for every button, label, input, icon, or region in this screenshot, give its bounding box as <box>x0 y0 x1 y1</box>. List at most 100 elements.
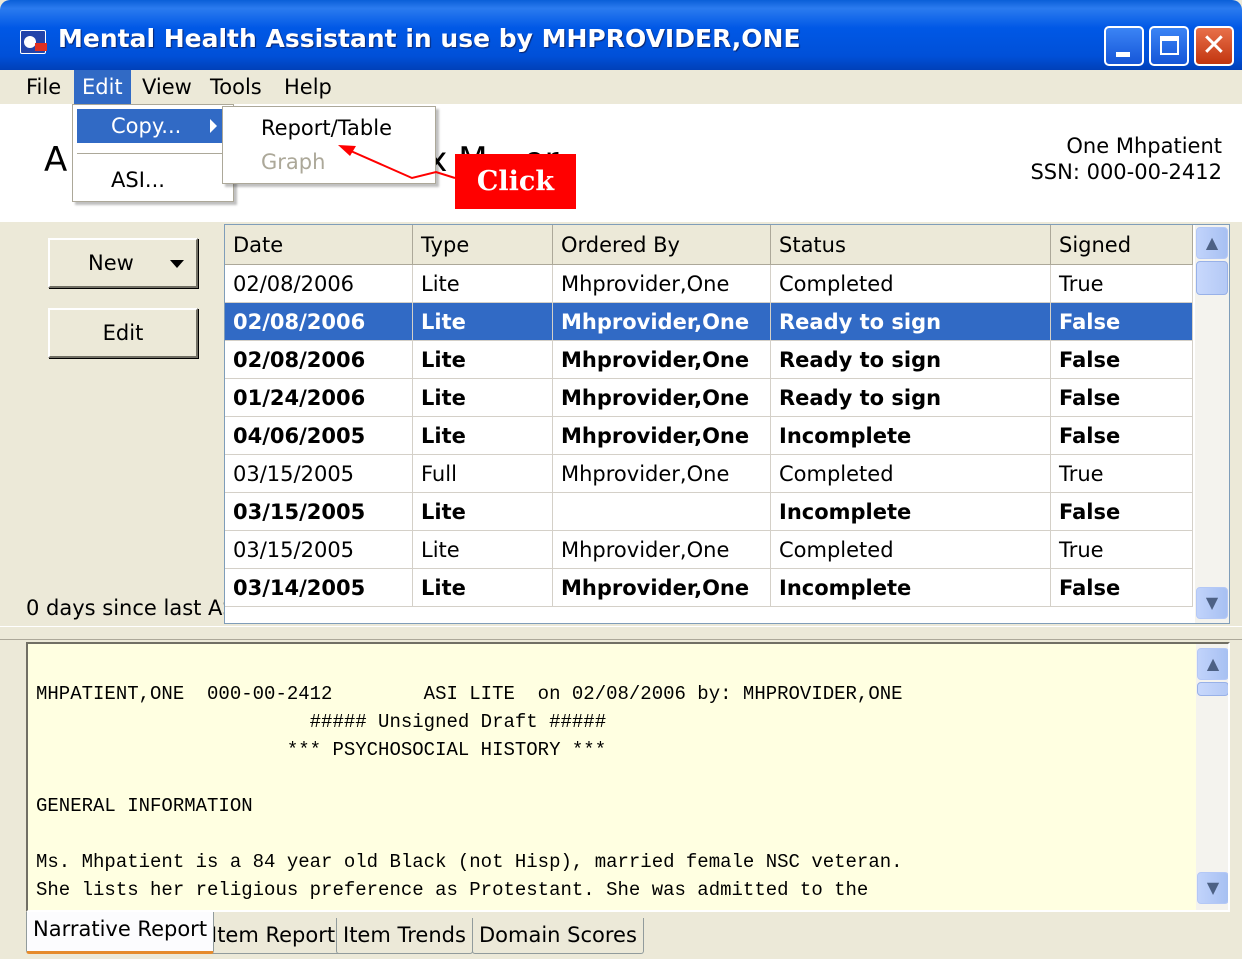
days-since-label: 0 days since last ASI <box>26 596 242 620</box>
cell-ordered-by <box>553 493 771 531</box>
report-line: She lists her religious preference as Pr… <box>36 879 869 901</box>
cell-date: 02/08/2006 <box>225 265 413 303</box>
cell-ordered-by: Mhprovider,One <box>553 417 771 455</box>
cell-status: Completed <box>771 531 1051 569</box>
cell-ordered-by: Mhprovider,One <box>553 303 771 341</box>
cell-signed: False <box>1051 569 1193 607</box>
column-signed[interactable]: Signed <box>1051 225 1193 265</box>
cell-signed: False <box>1051 493 1193 531</box>
table-row[interactable]: 02/08/2006 Lite Mhprovider,One Ready to sig… <box>225 303 1193 341</box>
cell-status: Completed <box>771 455 1051 493</box>
cell-status: Incomplete <box>771 569 1051 607</box>
menu-edit[interactable]: Edit <box>74 70 131 104</box>
menu-file[interactable]: File <box>18 70 69 104</box>
menu-item-copy-label: Copy... <box>111 114 182 138</box>
cell-signed: False <box>1051 303 1193 341</box>
close-icon: ✕ <box>1201 28 1227 63</box>
tab-narrative-report[interactable]: Narrative Report <box>26 912 215 954</box>
app-icon[interactable] <box>20 30 47 54</box>
table-row[interactable]: 01/24/2006 Lite Mhprovider,One Ready to sig… <box>225 379 1193 417</box>
edit-menu: Copy... ASI... <box>72 104 234 202</box>
cell-type: Full <box>413 455 553 493</box>
cell-type: Lite <box>413 303 553 341</box>
tab-item-report[interactable]: Item Report <box>204 918 343 954</box>
scroll-thumb[interactable] <box>1196 261 1228 295</box>
cell-type: Lite <box>413 379 553 417</box>
cell-signed: False <box>1051 417 1193 455</box>
scroll-down-icon[interactable]: ▼ <box>1196 587 1228 619</box>
report-scroll-thumb[interactable] <box>1197 682 1228 696</box>
cell-date: 01/24/2006 <box>225 379 413 417</box>
report-scroll-down-icon[interactable]: ▼ <box>1197 872 1228 904</box>
table-row[interactable]: 04/06/2005 Lite Mhprovider,One Incomplete Fa… <box>225 417 1193 455</box>
menu-item-copy[interactable]: Copy... <box>77 109 229 143</box>
cell-ordered-by: Mhprovider,One <box>553 455 771 493</box>
menu-separator <box>77 153 229 155</box>
table-row[interactable]: 02/08/2006 Lite Mhprovider,One Ready to sig… <box>225 341 1193 379</box>
column-status[interactable]: Status <box>771 225 1051 265</box>
menu-help[interactable]: Help <box>276 70 340 104</box>
cell-date: 04/06/2005 <box>225 417 413 455</box>
column-date[interactable]: Date <box>225 225 413 265</box>
scroll-up-icon[interactable]: ▲ <box>1196 227 1228 259</box>
patient-ssn: SSN: 000-00-2412 <box>1030 160 1222 184</box>
close-button[interactable]: ✕ <box>1194 26 1234 66</box>
cell-signed: False <box>1051 379 1193 417</box>
column-type[interactable]: Type <box>413 225 553 265</box>
cell-date: 03/15/2005 <box>225 493 413 531</box>
grid-header: Date Type Ordered By Status Signed <box>225 225 1193 265</box>
title-bar[interactable]: Mental Health Assistant in use by MHPROV… <box>0 0 1242 70</box>
cell-date: 02/08/2006 <box>225 303 413 341</box>
cell-signed: False <box>1051 341 1193 379</box>
cell-type: Lite <box>413 569 553 607</box>
table-row[interactable]: 03/14/2005 Lite Mhprovider,One Incomplete Fa… <box>225 569 1193 607</box>
narrative-report[interactable]: MHPATIENT,ONE 000-00-2412 ASI LITE on 02… <box>26 642 1230 912</box>
menu-view[interactable]: View <box>134 70 200 104</box>
tab-domain-scores[interactable]: Domain Scores <box>472 918 644 954</box>
menu-item-asi[interactable]: ASI... <box>77 163 229 197</box>
grid-scrollbar[interactable]: ▲ ▼ <box>1195 225 1229 623</box>
cell-status: Ready to sign <box>771 303 1051 341</box>
tab-item-trends[interactable]: Item Trends <box>336 918 473 954</box>
report-line: GENERAL INFORMATION <box>36 795 253 817</box>
report-line: *** PSYCHOSOCIAL HISTORY *** <box>36 739 607 761</box>
cell-date: 03/15/2005 <box>225 531 413 569</box>
maximize-icon <box>1160 36 1179 55</box>
menu-tools[interactable]: Tools <box>202 70 270 104</box>
left-panel: New Edit 0 days since last ASI <box>0 222 242 626</box>
report-scroll-up-icon[interactable]: ▲ <box>1197 648 1228 680</box>
submenu-arrow-icon <box>210 119 217 133</box>
cell-date: 03/15/2005 <box>225 455 413 493</box>
menu-bar: File Edit View Tools Help <box>0 70 1242 104</box>
report-line <box>36 820 903 848</box>
copy-submenu: Report/Table Graph <box>222 106 436 184</box>
cell-signed: True <box>1051 531 1193 569</box>
splitter[interactable] <box>0 626 1242 640</box>
cell-status: Ready to sign <box>771 341 1051 379</box>
cell-date: 02/08/2006 <box>225 341 413 379</box>
new-button[interactable]: New <box>48 238 198 288</box>
cell-status: Ready to sign <box>771 379 1051 417</box>
cell-ordered-by: Mhprovider,One <box>553 265 771 303</box>
menu-item-graph: Graph <box>261 150 326 174</box>
table-row[interactable]: 03/15/2005 Lite Incomplete False <box>225 493 1193 531</box>
cell-type: Lite <box>413 493 553 531</box>
report-line <box>36 764 903 792</box>
asi-grid[interactable]: Date Type Ordered By Status Signed 02/08… <box>224 224 1230 624</box>
table-row[interactable]: 02/08/2006 Lite Mhprovider,One Completed Tru… <box>225 265 1193 303</box>
minimize-icon <box>1116 52 1130 57</box>
minimize-button[interactable] <box>1104 26 1144 66</box>
cell-type: Lite <box>413 417 553 455</box>
edit-button[interactable]: Edit <box>48 308 198 358</box>
cell-ordered-by: Mhprovider,One <box>553 569 771 607</box>
click-annotation: Click <box>455 154 576 209</box>
dropdown-arrow-icon <box>170 260 184 268</box>
table-row[interactable]: 03/15/2005 Full Mhprovider,One Completed Tru… <box>225 455 1193 493</box>
table-row[interactable]: 03/15/2005 Lite Mhprovider,One Completed Tru… <box>225 531 1193 569</box>
menu-item-report-table[interactable]: Report/Table <box>227 111 431 145</box>
maximize-button[interactable] <box>1149 26 1189 66</box>
report-scrollbar[interactable]: ▲ ▼ <box>1196 644 1228 910</box>
report-line: ##### Unsigned Draft ##### <box>36 711 607 733</box>
page-title-start: A <box>44 140 68 180</box>
column-ordered-by[interactable]: Ordered By <box>553 225 771 265</box>
